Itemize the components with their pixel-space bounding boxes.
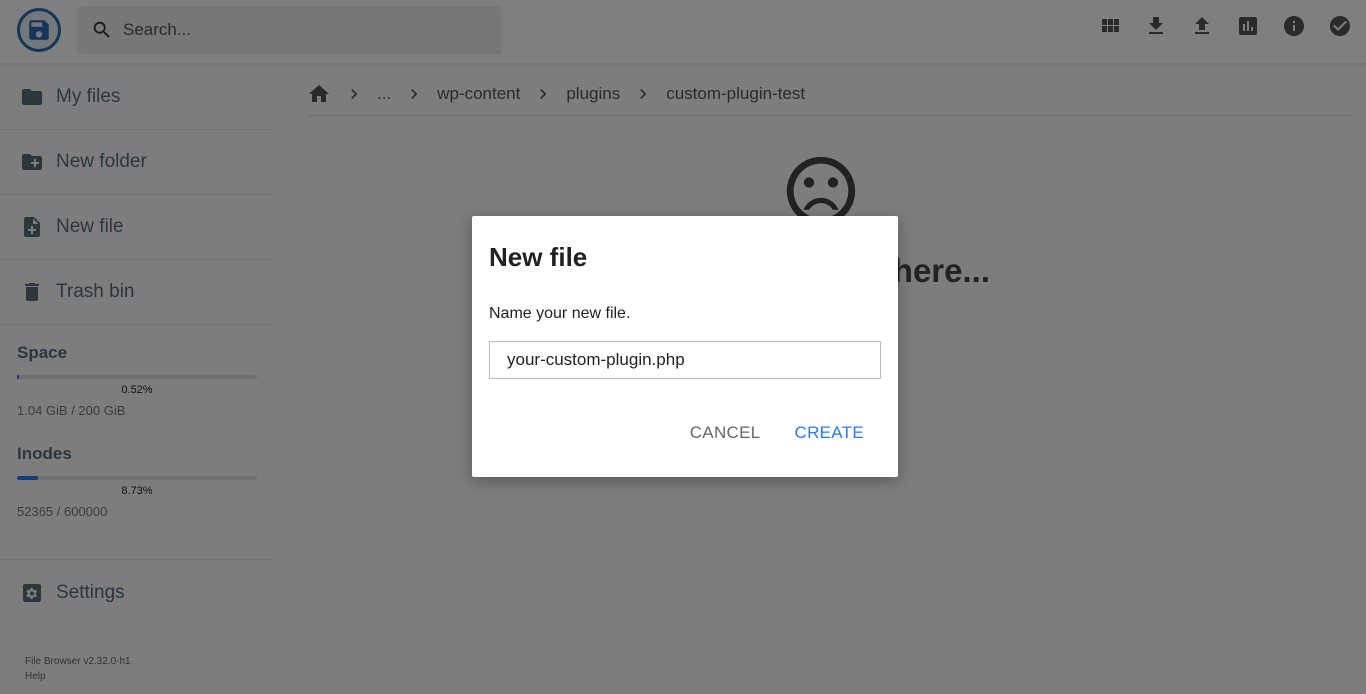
cancel-button[interactable]: CANCEL bbox=[690, 423, 761, 443]
create-button[interactable]: CREATE bbox=[795, 423, 865, 443]
dialog-text: Name your new file. bbox=[489, 305, 631, 322]
new-file-dialog: New file Name your new file. CANCEL CREA… bbox=[472, 216, 898, 477]
filename-input[interactable] bbox=[489, 341, 881, 379]
dialog-title: New file bbox=[489, 242, 588, 272]
